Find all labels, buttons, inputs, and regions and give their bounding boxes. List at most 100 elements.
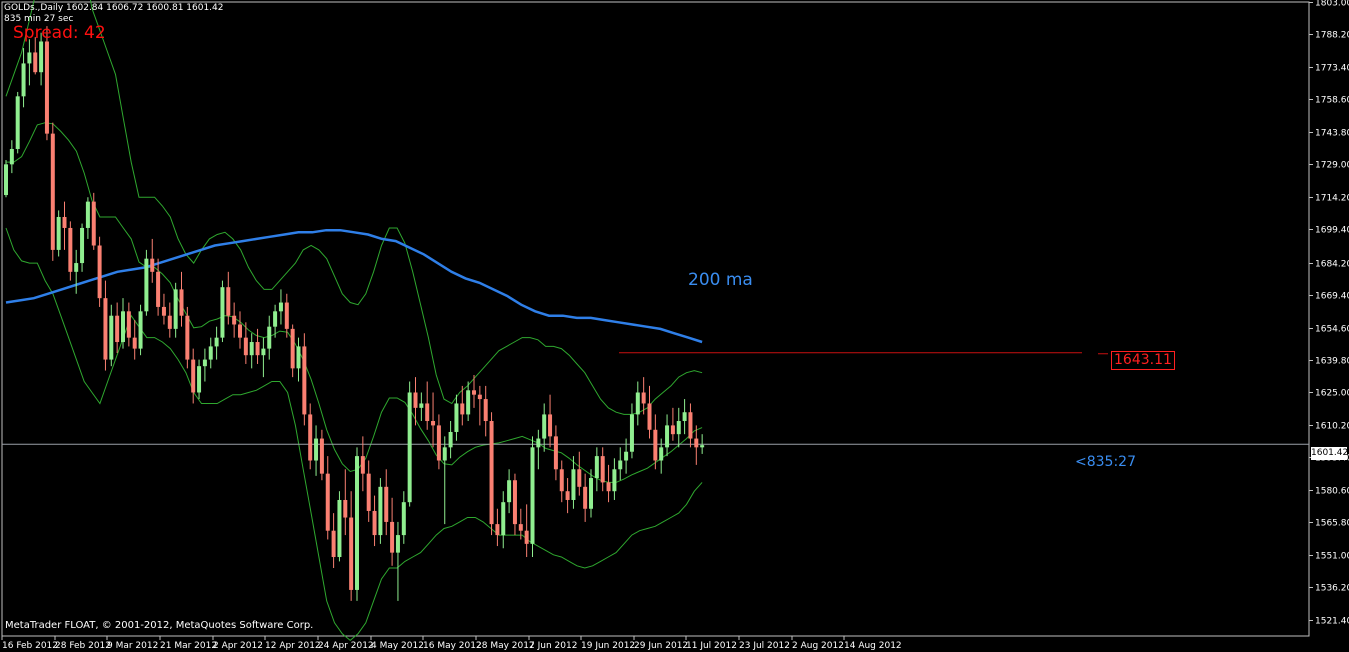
candle [103,280,108,371]
candle-body [290,328,295,369]
candle-body [226,287,231,316]
candle-body [606,482,611,492]
candle-body [278,302,283,312]
candle-body [15,96,20,149]
candle-body [378,486,383,536]
candle-body [68,227,73,272]
candle-body [21,63,26,97]
candle-body [220,287,225,338]
candle [378,478,383,544]
candle [191,348,196,404]
candle [308,403,313,470]
x-axis: 16 Feb 201228 Feb 20129 Mar 2012 21 Mar 2… [1,636,902,651]
candle [536,429,541,470]
candle [319,429,324,481]
candle [179,271,184,327]
x-tick-label: 24 Apr 2012 [318,641,374,651]
candle [618,447,623,481]
candle [454,394,459,441]
candle-body [682,412,687,422]
y-tick-label: 1639.80 [1315,357,1349,367]
candle-body [512,480,517,525]
candle-body [477,394,482,400]
candle-body [4,164,8,196]
candle-body [173,289,178,329]
candle-body [694,438,699,448]
x-tick-label: 4 May 2012 [371,641,424,651]
x-tick-label: 28 May 2012 [476,641,535,651]
candle [80,223,85,272]
candle [524,504,529,558]
candle [121,298,125,349]
candle [501,491,506,549]
candle-body [202,359,207,367]
candle [384,469,389,536]
candle-body [536,438,541,448]
x-tick-label: 19 Jun 2012 [581,641,635,651]
candle-body [624,451,629,461]
y-tick-label: 1729.00 [1315,161,1349,171]
candle-body [109,315,114,360]
candle-body [161,306,166,316]
x-tick-label: 2 Aug 2012 [792,641,844,651]
candle [390,497,395,566]
candle [401,491,406,544]
y-tick-label: 1684.20 [1315,260,1349,270]
candle-body [150,258,155,272]
candle [571,456,576,509]
candle [507,469,512,514]
candle-body [524,530,529,544]
y-tick-label: 1773.40 [1315,64,1349,74]
candle-body [121,311,125,343]
candle-body [27,52,32,64]
candle [85,197,90,239]
x-tick-label: 23 Jul 2012 [739,641,790,651]
candle [167,302,172,338]
candle-body [629,414,634,452]
candle-body [676,421,681,435]
candle [302,333,307,426]
candle [74,249,79,294]
candle-body [249,342,254,356]
candle-body [144,258,149,312]
candle [466,381,471,422]
candle [594,447,599,492]
candle [349,491,354,601]
candle-body [583,486,588,509]
candle [325,456,330,540]
candle-body [197,366,202,393]
candle [138,304,143,356]
candle-body [308,414,313,461]
level-price-label[interactable]: 1643.11 [1111,351,1175,370]
candle-body [103,298,108,360]
candle [448,421,453,459]
candle-body [284,302,289,329]
x-tick-label: 29 Jun 2012 [634,641,688,651]
candle-body [542,414,547,439]
candle [589,469,593,518]
candle [202,348,207,382]
candle [565,478,570,514]
y-tick-label: 1551.00 [1315,552,1349,562]
candle [419,392,424,422]
candle-body [700,445,705,448]
copyright-text: MetaTrader FLOAT, © 2001-2012, MetaQuote… [5,620,314,631]
candle [15,91,20,154]
candle-body [337,499,342,558]
candle [144,249,149,316]
bollinger-middle-band [6,122,703,483]
candle-body [132,337,137,349]
y-tick-label: 1654.60 [1315,325,1349,335]
candle [44,26,49,141]
candle-body [115,315,120,343]
candle [612,458,617,500]
candle [676,407,681,448]
candle [156,258,161,316]
candle-body [56,216,61,250]
candle-body [232,315,237,325]
candle-body [343,499,348,518]
candle-body [314,438,319,461]
y-tick-label: 1669.40 [1315,292,1349,302]
candle-body [641,392,646,404]
candle [284,293,289,338]
